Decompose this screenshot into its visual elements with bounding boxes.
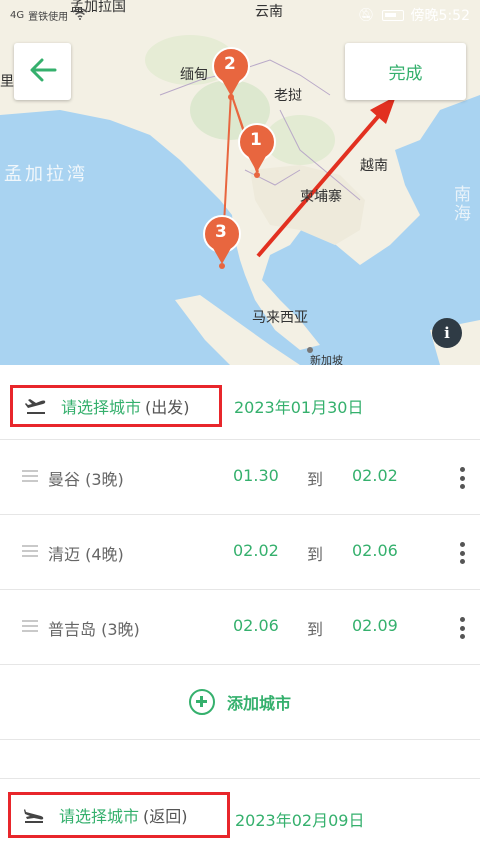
back-button[interactable]	[14, 43, 71, 100]
city-name: 普吉岛 (3晚)	[48, 620, 140, 639]
plus-circle-icon	[188, 689, 215, 715]
city-row[interactable]: 清迈 (4晚) 02.02 到 02.06	[0, 515, 480, 590]
city-start-date[interactable]: 02.06	[233, 616, 279, 635]
label-bay-of-bengal: 孟加拉湾	[4, 164, 88, 185]
city-name: 清迈 (4晚)	[48, 545, 124, 564]
carrier-label: 置铁使用	[28, 11, 69, 23]
return-date[interactable]: 2023年02月09日	[235, 807, 364, 831]
more-vertical-icon[interactable]	[452, 540, 472, 566]
done-button[interactable]: 完成	[345, 43, 466, 100]
departure-row: 请选择城市 (出发) 2023年01月30日	[0, 365, 480, 440]
departure-pick-label: 请选择城市	[61, 398, 142, 417]
marker-2-number: 2	[224, 54, 236, 74]
to-label: 到	[307, 545, 324, 564]
status-left: 4G 置铁使用	[10, 7, 88, 23]
route-map[interactable]: 2 1 3 孟加拉国 云南 缅甸 老挝 里 孟加拉湾 越南 柬埔寨 马来西亚 新…	[0, 0, 480, 365]
return-city-selector[interactable]: 请选择城市 (返回)	[8, 792, 230, 838]
drag-handle-icon[interactable]	[22, 470, 38, 482]
departure-city-selector[interactable]: 请选择城市 (出发)	[10, 385, 222, 427]
city-row[interactable]: 曼谷 (3晚) 01.30 到 02.02	[0, 440, 480, 515]
label-vietnam: 越南	[360, 158, 388, 174]
plane-landing-icon	[23, 804, 45, 826]
status-bar: 4G 置铁使用 🔕︎ 傍晚5:52	[0, 0, 480, 30]
to-label: 到	[307, 470, 324, 489]
status-right: 🔕︎ 傍晚5:52	[358, 5, 470, 25]
more-vertical-icon[interactable]	[452, 465, 472, 491]
departure-suffix: (出发)	[145, 398, 190, 417]
signal-label: 4G	[10, 9, 25, 21]
battery-icon	[381, 9, 404, 21]
label-partial: 里	[0, 74, 14, 90]
bell-off-icon: 🔕︎	[358, 7, 375, 23]
to-label: 到	[307, 620, 324, 639]
return-row: 请选择城市 (返回) 2023年02月09日	[0, 778, 480, 853]
drag-handle-icon[interactable]	[22, 620, 38, 632]
city-end-date[interactable]: 02.02	[352, 466, 398, 485]
city-end-date[interactable]: 02.09	[352, 616, 398, 635]
plane-takeoff-icon	[25, 395, 47, 417]
add-city-label: 添加城市	[226, 694, 291, 713]
label-malaysia: 马来西亚	[252, 310, 308, 326]
wifi-icon	[72, 7, 88, 23]
trip-panel: 请选择城市 (出发) 2023年01月30日 曼谷 (3晚) 01.30 到 02…	[0, 365, 480, 853]
city-end-date[interactable]: 02.06	[352, 541, 398, 560]
city-row[interactable]: 普吉岛 (3晚) 02.06 到 02.09	[0, 590, 480, 665]
marker-1-number: 1	[250, 130, 262, 150]
return-pick-label: 请选择城市	[59, 807, 140, 826]
add-city-button[interactable]: 添加城市	[0, 665, 480, 740]
marker-3-number: 3	[215, 222, 227, 242]
city-name: 曼谷 (3晚)	[48, 470, 124, 489]
more-vertical-icon[interactable]	[452, 615, 472, 641]
label-cambodia: 柬埔寨	[300, 189, 342, 205]
label-south-china-sea: 南海	[450, 185, 470, 223]
drag-handle-icon[interactable]	[22, 545, 38, 557]
departure-date[interactable]: 2023年01月30日	[234, 394, 363, 418]
label-myanmar: 缅甸	[180, 67, 208, 83]
clock: 傍晚5:52	[410, 8, 470, 24]
arrow-left-icon	[29, 58, 57, 86]
city-start-date[interactable]: 02.02	[233, 541, 279, 560]
city-start-date[interactable]: 01.30	[233, 466, 279, 485]
info-icon[interactable]: i	[432, 318, 462, 348]
trip-planner-screen: 2 1 3 孟加拉国 云南 缅甸 老挝 里 孟加拉湾 越南 柬埔寨 马来西亚 新…	[0, 0, 480, 853]
return-suffix: (返回)	[143, 807, 188, 826]
label-singapore: 新加坡	[310, 354, 343, 365]
label-laos: 老挝	[274, 88, 302, 104]
